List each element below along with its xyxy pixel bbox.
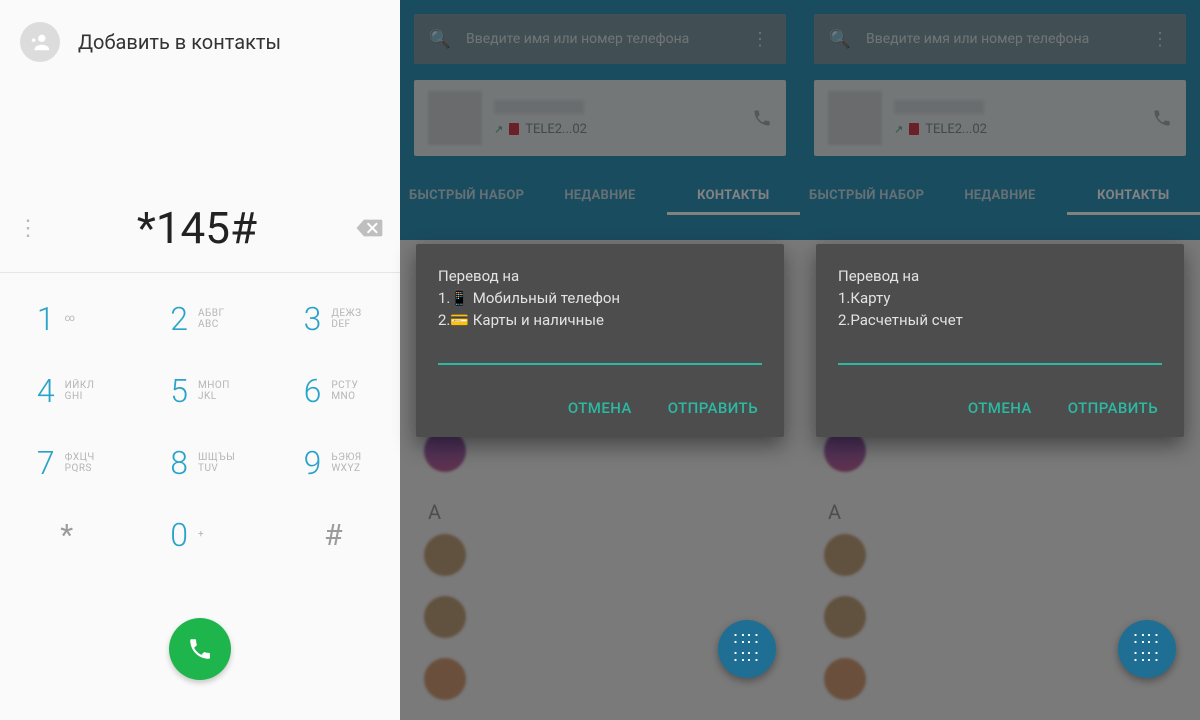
ussd-option-2: 2.💳 Карты и наличные [438,310,762,332]
key-1[interactable]: 1∞ [0,283,133,355]
key-3[interactable]: 3ДЕЖЗDEF [267,283,400,355]
send-button[interactable]: ОТПРАВИТЬ [1064,391,1162,425]
key-9[interactable]: 9ЬЭЮЯWXYZ [267,427,400,499]
ussd-dialog: Перевод на1.Карту2.Расчетный счет ОТМЕНА О… [816,244,1184,437]
key-2[interactable]: 2АБВГABC [133,283,266,355]
dialpad-icon: ∷∷∷∷ [734,631,761,667]
ussd-option-1: 1.📱 Мобильный телефон [438,288,762,310]
dialed-number: *145# [42,202,352,254]
key-8[interactable]: 8ШЩЪЫTUV [133,427,266,499]
key-5[interactable]: 5МНОПJKL [133,355,266,427]
call-button[interactable] [169,618,231,680]
add-contact-icon [20,22,60,62]
dial-keypad: 1∞2АБВГABC3ДЕЖЗDEF 4ИЙКЛGHI5МНОПJKL6РСТУM… [0,283,400,571]
key-4[interactable]: 4ИЙКЛGHI [0,355,133,427]
ussd-input[interactable] [438,363,762,365]
add-contact-label: Добавить в контакты [78,30,281,54]
contacts-panel-1: 🔍Введите имя или номер телефона⋮↗TELE2..… [400,0,800,720]
dialer-panel: Добавить в контакты ⋮ *145# 1∞2АБВГABC3Д… [0,0,400,720]
ussd-title: Перевод на [438,266,762,288]
key-hash[interactable]: # [267,499,400,571]
dialpad-icon: ∷∷∷∷ [1134,631,1161,667]
add-contact-row[interactable]: Добавить в контакты [0,0,400,62]
key-7[interactable]: 7ФХЦЧPQRS [0,427,133,499]
ussd-title: Перевод на [838,266,1162,288]
contacts-panel-2: 🔍Введите имя или номер телефона⋮↗TELE2..… [800,0,1200,720]
backspace-button[interactable] [352,218,386,238]
dialpad-fab[interactable]: ∷∷∷∷ [718,620,776,678]
number-row: ⋮ *145# [0,202,400,273]
ussd-option-1: 1.Карту [838,288,1162,310]
ussd-input[interactable] [838,363,1162,365]
key-0[interactable]: 0+ [133,499,266,571]
cancel-button[interactable]: ОТМЕНА [564,391,636,425]
key-star[interactable]: * [0,499,133,571]
key-6[interactable]: 6РСТУMNO [267,355,400,427]
ussd-option-2: 2.Расчетный счет [838,310,1162,332]
dialpad-fab[interactable]: ∷∷∷∷ [1118,620,1176,678]
cancel-button[interactable]: ОТМЕНА [964,391,1036,425]
ussd-dialog: Перевод на1.📱 Мобильный телефон2.💳 Карты… [416,244,784,437]
more-icon[interactable]: ⋮ [14,216,42,241]
send-button[interactable]: ОТПРАВИТЬ [664,391,762,425]
